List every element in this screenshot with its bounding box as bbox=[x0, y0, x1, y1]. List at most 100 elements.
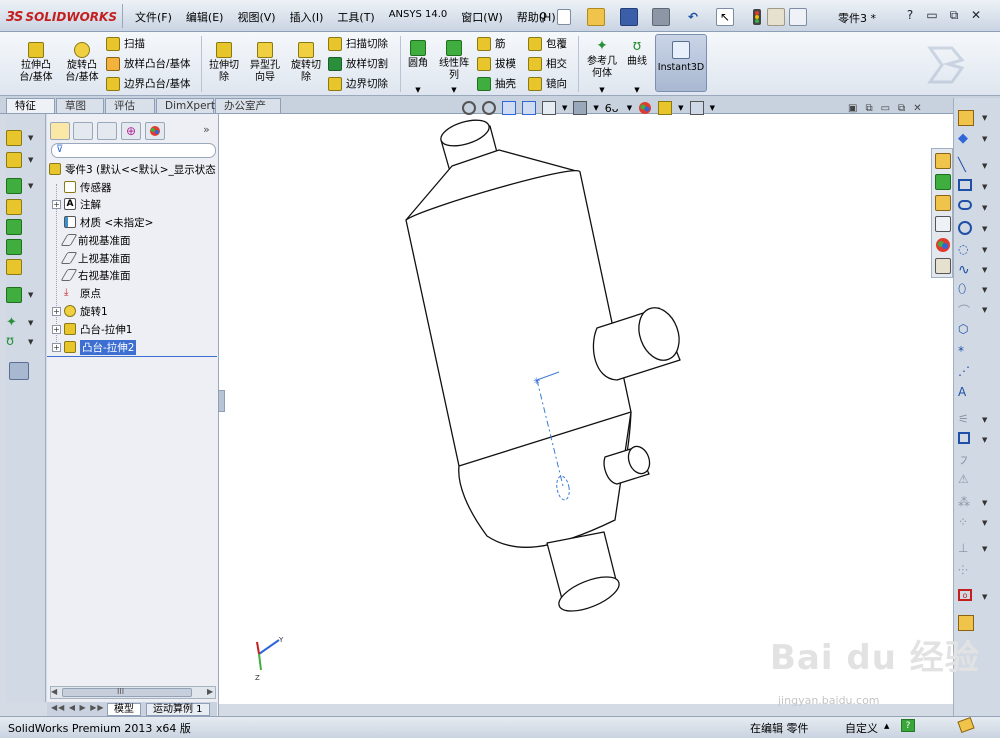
scroll-right-icon[interactable]: ▶ bbox=[207, 687, 213, 696]
chevron-down-icon[interactable]: ▼ bbox=[710, 104, 715, 112]
line-icon[interactable]: ╲ bbox=[958, 158, 974, 174]
cut-icon[interactable] bbox=[6, 152, 22, 168]
text-icon[interactable]: A bbox=[958, 385, 974, 401]
chevron-down-icon[interactable]: ▼ bbox=[982, 204, 987, 212]
spline-icon[interactable]: ∿ bbox=[958, 262, 974, 278]
chevron-down-icon[interactable]: ▼ bbox=[982, 545, 987, 553]
expand-toggle-icon[interactable]: + bbox=[52, 343, 61, 352]
fillet-button[interactable]: 圆角 ▼ bbox=[403, 40, 433, 96]
file-properties-icon[interactable] bbox=[767, 8, 785, 26]
tab-dimxpert[interactable]: DimXpert bbox=[156, 98, 215, 113]
viewport-minimize-button[interactable]: ▭ bbox=[881, 103, 890, 114]
dimxpert-manager-tab-icon[interactable]: ⊕ bbox=[121, 122, 141, 140]
instant3d-button[interactable]: Instant3D bbox=[655, 34, 707, 92]
chevron-down-icon[interactable]: ▼ bbox=[678, 104, 683, 112]
quick-snaps-icon[interactable]: o bbox=[958, 589, 972, 601]
tree-item-material[interactable]: 材质 <未指定> bbox=[64, 214, 153, 230]
save-icon[interactable] bbox=[620, 8, 638, 26]
ellipse-icon[interactable]: ⬯ bbox=[958, 282, 974, 298]
tab-model[interactable]: 模型 bbox=[107, 703, 141, 716]
menu-window[interactable]: 窗口(W) bbox=[454, 9, 509, 25]
viewport-close-button[interactable]: ✕ bbox=[913, 103, 921, 114]
chevron-down-icon[interactable]: ▼ bbox=[562, 104, 567, 112]
sketch-icon[interactable] bbox=[958, 110, 974, 126]
polygon-icon[interactable]: ⬡ bbox=[958, 322, 974, 338]
zoom-to-fit-icon[interactable] bbox=[462, 101, 476, 115]
shell-icon[interactable] bbox=[6, 219, 22, 235]
reference-geometry-dropdown-icon[interactable]: ▼ bbox=[582, 84, 622, 96]
chevron-down-icon[interactable]: ▼ bbox=[982, 183, 987, 191]
status-units-custom[interactable]: 自定义 bbox=[845, 720, 878, 736]
home-icon[interactable] bbox=[935, 153, 951, 169]
chevron-down-icon[interactable]: ▼ bbox=[28, 338, 33, 346]
tab-sketch[interactable]: 草图 bbox=[56, 98, 104, 113]
display-manager-tab-icon[interactable] bbox=[145, 122, 165, 140]
chevron-down-icon[interactable]: ▼ bbox=[28, 156, 33, 164]
menu-view[interactable]: 视图(V) bbox=[230, 9, 282, 25]
rectangle-icon[interactable] bbox=[958, 179, 972, 191]
chevron-down-icon[interactable]: ▼ bbox=[28, 134, 33, 142]
swept-cut-button[interactable]: 扫描切除 bbox=[328, 36, 388, 51]
tree-item-front-plane[interactable]: 前视基准面 bbox=[60, 232, 131, 248]
curves-dropdown-icon[interactable]: ▼ bbox=[622, 84, 652, 96]
property-manager-tab-icon[interactable] bbox=[73, 122, 93, 140]
sweep-button[interactable]: 扫描 bbox=[106, 36, 145, 51]
help-question-icon[interactable]: ? bbox=[902, 8, 918, 23]
revolve-boss-button[interactable]: 旋转凸 台/基体 bbox=[60, 42, 104, 84]
close-button[interactable]: ✕ bbox=[968, 8, 984, 23]
zoom-area-icon[interactable] bbox=[482, 101, 496, 115]
intersect-button[interactable]: 相交 bbox=[528, 56, 567, 71]
configuration-manager-tab-icon[interactable] bbox=[97, 122, 117, 140]
appearances-icon[interactable] bbox=[935, 237, 951, 253]
chevron-down-icon[interactable]: ▼ bbox=[28, 182, 33, 190]
lofted-cut-button[interactable]: 放样切割 bbox=[328, 56, 388, 71]
cad-model-canvas[interactable]: ✳ Y Z bbox=[219, 114, 953, 704]
chevron-down-icon[interactable]: ▼ bbox=[982, 246, 987, 254]
apply-scene-icon[interactable] bbox=[658, 101, 673, 115]
chevron-down-icon[interactable]: ▼ bbox=[982, 286, 987, 294]
draft-button[interactable]: 拔模 bbox=[477, 56, 516, 71]
chevron-up-icon[interactable]: ▲ bbox=[884, 722, 889, 730]
tree-item-revolve1[interactable]: 旋转1 bbox=[64, 303, 108, 319]
boundary-cut-button[interactable]: 边界切除 bbox=[328, 76, 388, 91]
chevron-down-icon[interactable]: ▼ bbox=[982, 519, 987, 527]
slot-icon[interactable] bbox=[958, 200, 972, 210]
menu-tools[interactable]: 工具(T) bbox=[330, 9, 381, 25]
view-settings-icon[interactable] bbox=[689, 101, 704, 115]
rib-icon[interactable] bbox=[6, 199, 22, 215]
smart-dimension-icon[interactable]: ◆ bbox=[958, 131, 974, 147]
tree-item-boss-extrude1[interactable]: 凸台-拉伸1 bbox=[64, 321, 132, 337]
tab-scroll-arrows-icon[interactable]: ◀◀ ◀ ▶ ▶▶ bbox=[51, 703, 105, 712]
expand-toggle-icon[interactable]: + bbox=[52, 307, 61, 316]
viewport-cascade-icon[interactable]: ⧉ bbox=[865, 103, 872, 114]
chevron-down-icon[interactable]: ▼ bbox=[982, 416, 987, 424]
mirror-sketch-icon[interactable]: ⚠ bbox=[958, 472, 974, 488]
new-document-icon[interactable] bbox=[557, 9, 571, 25]
instant3d-icon[interactable] bbox=[9, 362, 29, 380]
status-help-button[interactable]: ? bbox=[901, 719, 915, 732]
hole-icon[interactable] bbox=[6, 259, 22, 275]
offset-icon[interactable]: ㇇ bbox=[958, 452, 974, 468]
expand-toggle-icon[interactable]: + bbox=[52, 200, 61, 209]
tree-item-annotations[interactable]: A 注解 bbox=[64, 196, 101, 212]
chevron-down-icon[interactable]: ▼ bbox=[982, 499, 987, 507]
menu-file[interactable]: 文件(F) bbox=[128, 9, 179, 25]
wrap-button[interactable]: 包覆 bbox=[528, 36, 567, 51]
fillet-dropdown-icon[interactable]: ▼ bbox=[403, 84, 433, 96]
extrude-cut-button[interactable]: 拉伸切 除 bbox=[204, 42, 244, 84]
tree-item-right-plane[interactable]: 右视基准面 bbox=[60, 267, 131, 283]
restore-button[interactable]: ⧉ bbox=[946, 8, 962, 23]
chevron-down-icon[interactable]: ▼ bbox=[982, 225, 987, 233]
section-view-icon[interactable] bbox=[522, 101, 536, 115]
tab-evaluate[interactable]: 评估 bbox=[105, 98, 155, 113]
expand-panel-icon[interactable]: » bbox=[203, 123, 210, 136]
shell-button[interactable]: 抽壳 bbox=[477, 76, 516, 91]
menu-insert[interactable]: 插入(I) bbox=[283, 9, 331, 25]
minimize-button[interactable]: ▭ bbox=[924, 8, 940, 23]
curves-icon[interactable]: ʊ bbox=[6, 334, 22, 350]
centerline-icon[interactable]: ⋰ bbox=[958, 364, 974, 380]
chevron-down-icon[interactable]: ▼ bbox=[627, 104, 632, 112]
tree-item-origin[interactable]: ⤓ 原点 bbox=[64, 285, 101, 301]
point-icon[interactable]: * bbox=[958, 344, 974, 360]
viewport-restore-button[interactable]: ⧉ bbox=[898, 103, 905, 114]
